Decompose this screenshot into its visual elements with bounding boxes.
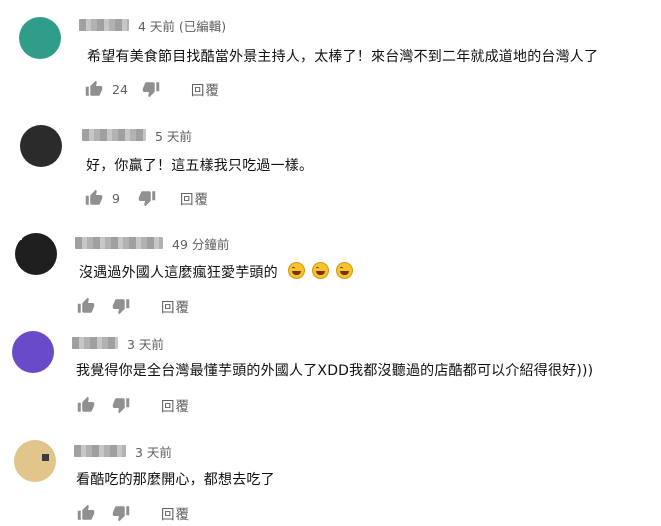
- reply-button[interactable]: 回覆: [161, 503, 190, 523]
- comment-text: 沒遇過外國人這麼瘋狂愛芋頭的: [79, 262, 353, 282]
- like-button[interactable]: [85, 189, 103, 207]
- comment-timestamp[interactable]: 3 天前: [135, 442, 172, 461]
- avatar[interactable]: [14, 440, 56, 482]
- thumb-down-icon: [112, 299, 130, 315]
- comment-timestamp[interactable]: 5 天前: [155, 126, 192, 145]
- author-name[interactable]: [72, 337, 118, 349]
- comment-header: 5 天前: [82, 126, 192, 144]
- thumb-up-icon: [77, 396, 95, 412]
- thumb-down-icon: [142, 82, 160, 98]
- like-count: 24: [112, 81, 128, 97]
- thumb-down-icon: [138, 191, 156, 207]
- comment-header: 49 分鐘前: [75, 234, 229, 252]
- like-count: 9: [112, 190, 120, 206]
- comment-text: 我覺得你是全台灣最懂芋頭的外國人了XDD我都沒聽過的店酷都可以介紹得很好))): [76, 363, 594, 379]
- like-button[interactable]: [77, 396, 95, 414]
- comment-header: 3 天前: [72, 334, 164, 352]
- author-name[interactable]: [82, 129, 146, 141]
- comment-actions: 回覆: [77, 503, 190, 523]
- thumb-up-icon: [77, 297, 95, 313]
- thumb-down-icon: [112, 398, 130, 414]
- comment-list: 4 天前 (已編輯) 希望有美食節目找酷當外景主持人，太棒了！來台灣不到二年就成…: [0, 0, 661, 526]
- dislike-button[interactable]: [112, 297, 130, 315]
- like-button[interactable]: [77, 504, 95, 522]
- dislike-button[interactable]: [138, 189, 156, 207]
- thumb-up-icon: [85, 189, 103, 205]
- comment-timestamp[interactable]: 49 分鐘前: [172, 234, 229, 253]
- comment-actions: 回覆: [77, 296, 190, 316]
- like-button[interactable]: [85, 80, 103, 98]
- thumb-up-icon: [85, 80, 103, 96]
- grinning-face-icon: [312, 262, 330, 279]
- avatar[interactable]: [19, 17, 61, 59]
- avatar[interactable]: [15, 233, 57, 275]
- thumb-down-icon: [112, 506, 130, 522]
- dislike-button[interactable]: [142, 80, 160, 98]
- reply-button[interactable]: 回覆: [180, 188, 209, 208]
- avatar[interactable]: [12, 331, 54, 373]
- comment-text: 好，你贏了！這五樣我只吃過一樣。: [86, 158, 314, 174]
- comment-text: 希望有美食節目找酷當外景主持人，太棒了！來台灣不到二年就成道地的台灣人了: [87, 49, 599, 65]
- comment-text-body: 沒遇過外國人這麼瘋狂愛芋頭的: [79, 265, 278, 281]
- author-name[interactable]: [79, 19, 129, 31]
- dislike-button[interactable]: [112, 504, 130, 522]
- reply-button[interactable]: 回覆: [161, 395, 190, 415]
- grinning-face-icon: [288, 262, 306, 279]
- comment-text: 看酷吃的那麼開心，都想去吃了: [76, 472, 275, 488]
- thumb-up-icon: [77, 504, 95, 520]
- comment-actions: 9 回覆: [85, 188, 209, 208]
- comment-header: 4 天前 (已編輯): [79, 16, 226, 34]
- comment-timestamp[interactable]: 4 天前 (已編輯): [138, 16, 226, 35]
- grinning-face-icon: [335, 262, 353, 279]
- author-name[interactable]: [75, 237, 163, 249]
- author-name[interactable]: [74, 445, 126, 457]
- comment-actions: 回覆: [77, 395, 190, 415]
- dislike-button[interactable]: [112, 396, 130, 414]
- avatar[interactable]: [20, 125, 62, 167]
- reply-button[interactable]: 回覆: [191, 79, 220, 99]
- comment-actions: 24 回覆: [85, 79, 220, 99]
- reply-button[interactable]: 回覆: [161, 296, 190, 316]
- like-button[interactable]: [77, 297, 95, 315]
- comment-header: 3 天前: [74, 442, 172, 460]
- comment-timestamp[interactable]: 3 天前: [127, 334, 164, 353]
